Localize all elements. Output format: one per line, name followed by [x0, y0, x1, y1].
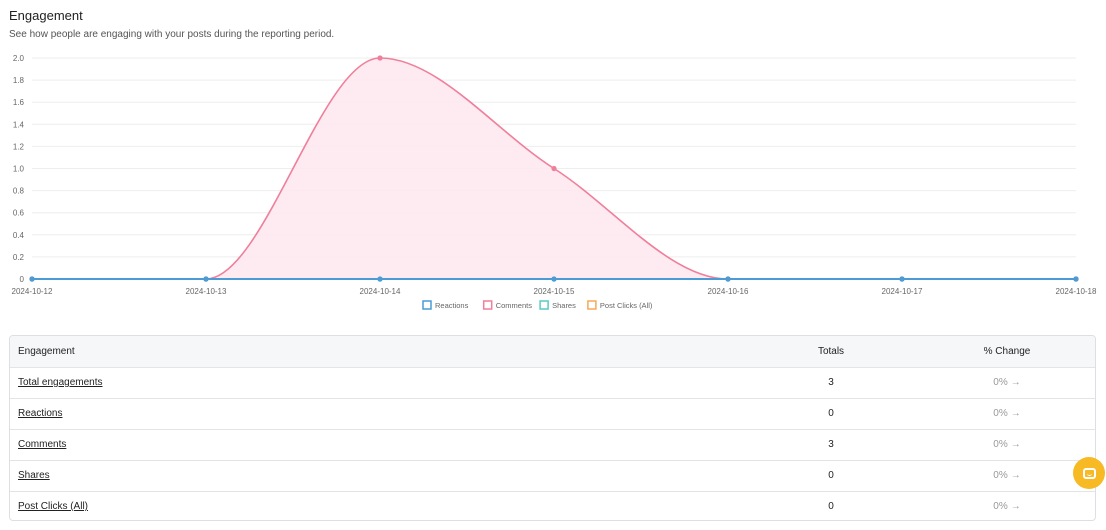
arrow-right-icon: →	[1010, 408, 1021, 419]
legend-swatch-post-clicks-all	[587, 300, 597, 310]
y-tick-label: 1.4	[13, 120, 25, 129]
chat-launcher-button[interactable]	[1073, 457, 1105, 489]
x-tick-label: 2024-10-12	[12, 287, 53, 296]
x-tick-label: 2024-10-13	[186, 287, 227, 296]
arrow-right-icon: →	[1010, 377, 1021, 388]
table-header-row: Engagement Totals % Change	[10, 336, 1095, 367]
arrow-right-icon: →	[1010, 439, 1021, 450]
row-link-post-clicks[interactable]: Post Clicks (All)	[18, 501, 88, 512]
row-change: 0% →	[919, 366, 1095, 398]
table-row: Reactions 0 0% →	[10, 397, 1095, 429]
row-total: 0	[743, 459, 919, 491]
table-row: Post Clicks (All) 0 0% →	[10, 490, 1095, 520]
x-tick-label: 2024-10-14	[360, 287, 401, 296]
legend-label-shares: Shares	[552, 301, 576, 310]
x-tick-label: 2024-10-15	[534, 287, 575, 296]
chat-icon	[1082, 467, 1096, 479]
data-point-reactions	[551, 276, 557, 282]
data-point-reactions	[29, 276, 35, 282]
y-tick-label: 1.6	[13, 98, 25, 107]
y-tick-label: 1.8	[13, 76, 25, 85]
row-total: 0	[743, 490, 919, 520]
table-row: Total engagements 3 0% →	[10, 366, 1095, 398]
table-row: Shares 0 0% →	[10, 459, 1095, 491]
y-tick-label: 0.6	[13, 209, 25, 218]
data-point-reactions	[899, 276, 905, 282]
row-change: 0% →	[919, 428, 1095, 460]
arrow-right-icon: →	[1010, 470, 1021, 481]
header-engagement: Engagement	[18, 345, 75, 357]
data-point-reactions	[725, 276, 731, 282]
engagement-table: Engagement Totals % Change Total engagem…	[9, 335, 1096, 521]
row-link-total-engagements[interactable]: Total engagements	[18, 377, 103, 388]
data-point-comments	[551, 165, 557, 172]
y-tick-label: 0.8	[13, 187, 25, 196]
legend-label-reactions: Reactions	[435, 301, 469, 310]
legend-label-post-clicks-all: Post Clicks (All)	[600, 301, 653, 310]
legend-swatch-reactions	[422, 300, 432, 310]
row-total: 3	[743, 366, 919, 398]
y-tick-label: 2.0	[13, 54, 25, 63]
legend-swatch-shares	[539, 300, 549, 310]
arrow-right-icon: →	[1010, 501, 1021, 512]
change-value: 0%	[993, 470, 1008, 481]
x-tick-label: 2024-10-17	[882, 287, 923, 296]
data-point-reactions	[377, 276, 383, 282]
row-change: 0% →	[919, 397, 1095, 429]
header-change: % Change	[983, 345, 1031, 357]
y-tick-label: 1.2	[13, 142, 25, 151]
row-link-shares[interactable]: Shares	[18, 470, 50, 481]
table-row: Comments 3 0% →	[10, 428, 1095, 460]
row-link-reactions[interactable]: Reactions	[18, 408, 62, 419]
section-subtitle: See how people are engaging with your po…	[9, 29, 335, 40]
legend-label-comments: Comments	[496, 301, 533, 310]
y-tick-label: 0.2	[13, 253, 25, 262]
row-link-comments[interactable]: Comments	[18, 439, 66, 450]
row-total: 0	[743, 397, 919, 429]
change-value: 0%	[993, 439, 1008, 450]
data-point-reactions	[203, 276, 209, 282]
y-tick-label: 0.4	[13, 231, 25, 240]
legend-swatch-comments	[482, 300, 493, 310]
section-title: Engagement	[9, 8, 83, 23]
change-value: 0%	[993, 501, 1008, 512]
data-point-comments	[377, 55, 383, 61]
x-tick-label: 2024-10-18	[1056, 287, 1097, 296]
row-change: 0% →	[919, 459, 1095, 491]
x-tick-label: 2024-10-16	[708, 287, 749, 296]
y-tick-label: 1.0	[13, 165, 25, 174]
header-totals: Totals	[817, 345, 845, 357]
engagement-chart: 0 0.2 0.4 0.6 0.8 1.0 1.2 1.4 1.6 1.8 2.0 2024-10-1…	[12, 54, 1097, 310]
change-value: 0%	[993, 408, 1008, 419]
data-point-reactions	[1073, 276, 1079, 282]
row-change: 0% →	[919, 490, 1095, 520]
y-tick-label: 0	[20, 275, 25, 284]
change-value: 0%	[993, 377, 1008, 388]
row-total: 3	[743, 428, 919, 460]
